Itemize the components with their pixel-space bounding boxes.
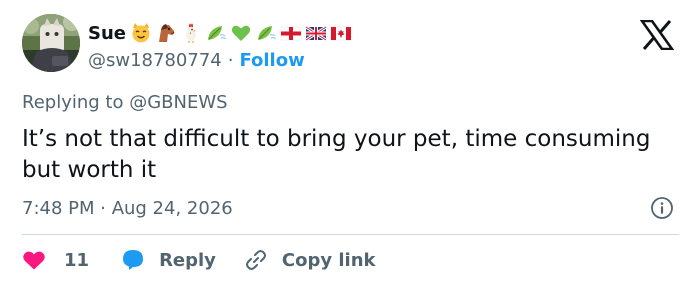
- copy-link-button[interactable]: Copy link: [244, 248, 376, 272]
- leaf-fluttering-emoji: [204, 22, 227, 44]
- leaf-fluttering-emoji: [254, 22, 277, 44]
- like-count: 11: [64, 249, 90, 271]
- speech-bubble-icon: [121, 248, 145, 272]
- link-icon: [244, 248, 268, 272]
- author-name-row: Sue: [88, 20, 352, 46]
- canada-flag-emoji: [329, 22, 352, 44]
- copy-link-label: Copy link: [281, 249, 376, 271]
- reply-button[interactable]: Reply: [121, 248, 216, 272]
- green-heart-emoji: [229, 22, 252, 44]
- like-button[interactable]: 11: [22, 249, 89, 271]
- replying-to[interactable]: Replying to @GBNEWS: [22, 92, 228, 113]
- tweet-card: Sue @sw18780774 · Follow Replying to @GB…: [0, 0, 700, 287]
- handle-separator: ·: [227, 49, 234, 71]
- info-circle-icon[interactable]: [650, 196, 674, 220]
- avatar[interactable]: [22, 14, 80, 72]
- follow-button[interactable]: Follow: [239, 50, 304, 71]
- england-flag-emoji: [279, 22, 302, 44]
- reply-label: Reply: [159, 249, 216, 271]
- x-logo-icon[interactable]: [639, 19, 675, 51]
- author-handle-row: @sw18780774 · Follow: [88, 48, 305, 72]
- tweet-text: It’s not that difficult to bring your pe…: [22, 126, 651, 183]
- name-emoji-strip: [129, 22, 352, 44]
- tweet-timestamp[interactable]: 7:48 PM · Aug 24, 2026: [22, 198, 233, 219]
- rooster-emoji: [179, 22, 202, 44]
- divider: [22, 234, 679, 235]
- heart-icon: [22, 249, 46, 271]
- horse-face-emoji: [154, 22, 177, 44]
- uk-flag-emoji: [304, 22, 327, 44]
- author-handle[interactable]: @sw18780774: [88, 50, 222, 71]
- action-bar: 11 Reply Copy link: [22, 246, 376, 274]
- author-display-name[interactable]: Sue: [88, 23, 126, 44]
- cat-face-emoji: [129, 22, 152, 44]
